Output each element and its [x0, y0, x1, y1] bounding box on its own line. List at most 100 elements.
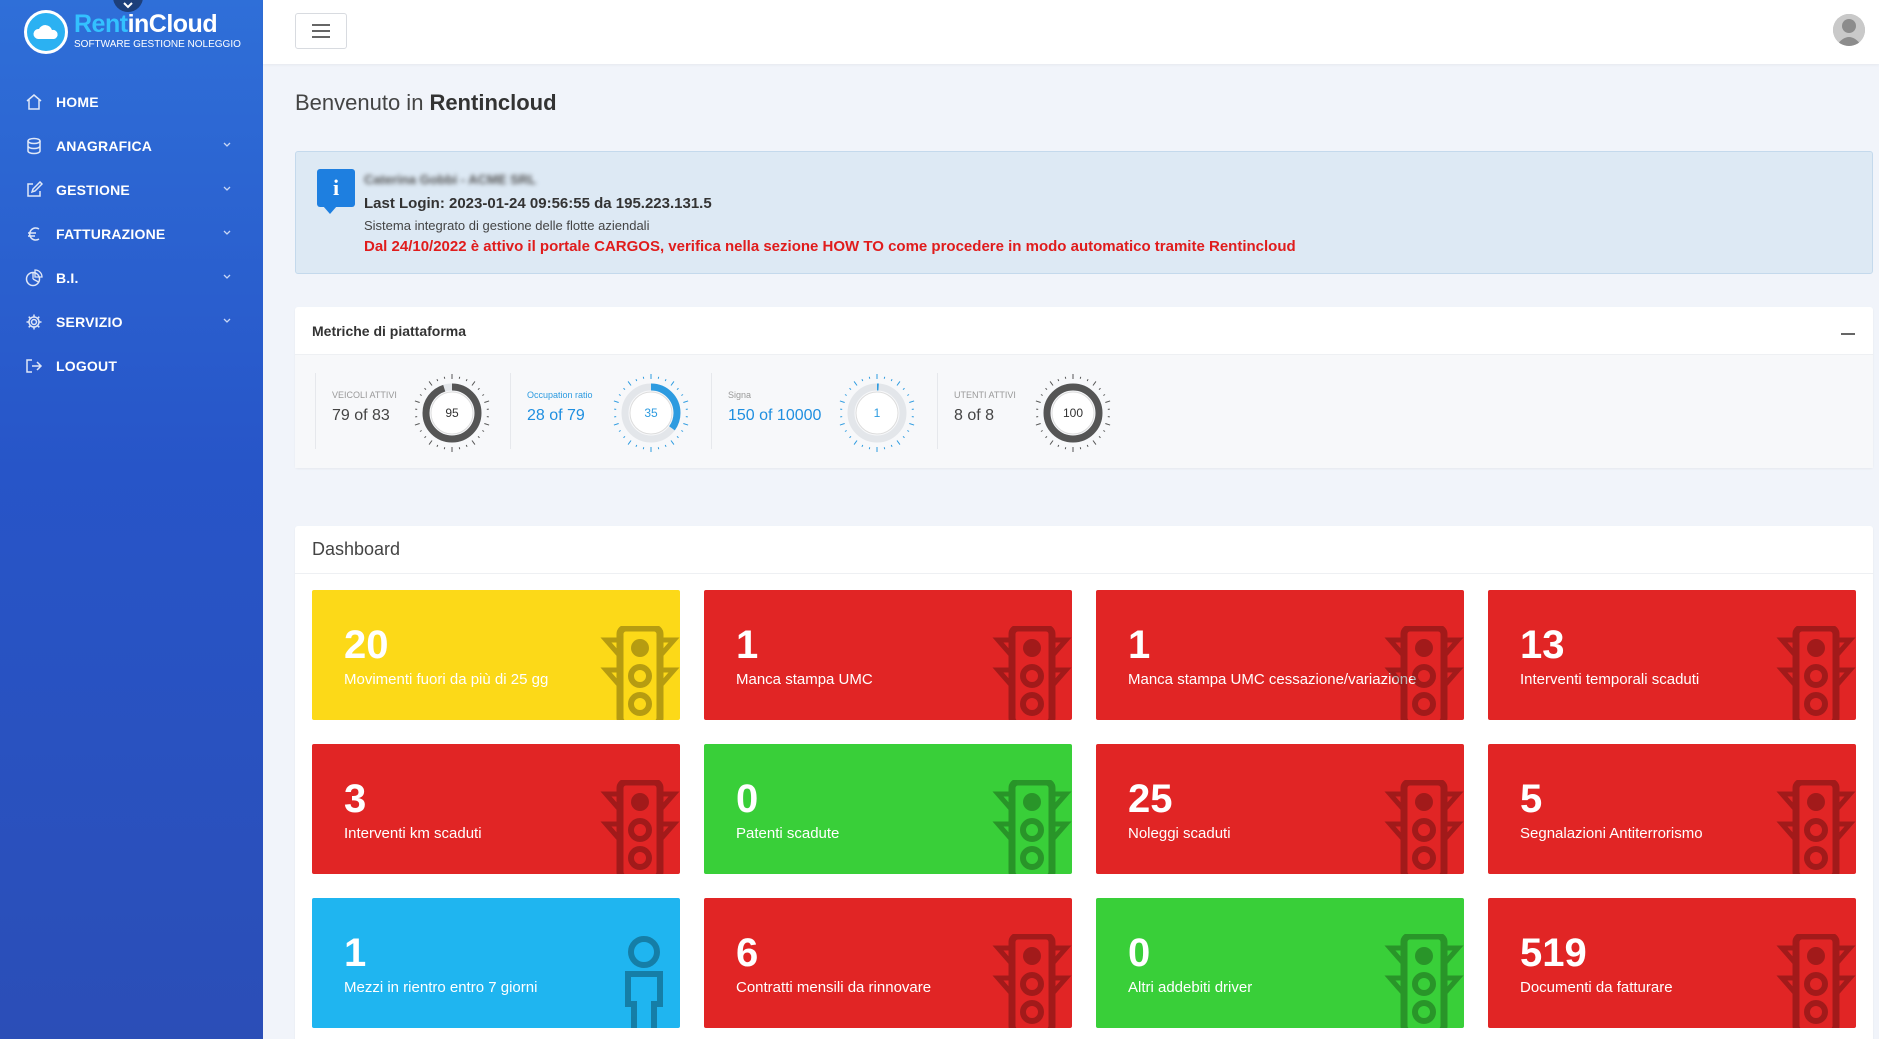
sidebar-item-gestione[interactable]: GESTIONE	[0, 168, 263, 212]
gauge-value: 95	[445, 406, 459, 420]
sidebar-item-label: HOME	[56, 94, 99, 110]
dashboard-tile[interactable]: 1 Manca stampa UMC cessazione/variazione	[1096, 590, 1464, 720]
tile-value: 5	[1520, 777, 1543, 821]
dashboard-tile[interactable]: 13 Interventi temporali scaduti	[1488, 590, 1856, 720]
gauge-tick	[670, 381, 675, 386]
home-icon	[24, 92, 44, 112]
metric-label: Signa	[728, 390, 752, 400]
traffic-light-icon	[1382, 778, 1464, 874]
gauge-dial: 35	[613, 374, 689, 452]
gauge-tick	[861, 378, 864, 382]
gauge-tick	[471, 381, 476, 386]
person-icon	[598, 934, 680, 1028]
gauge-tick	[1045, 436, 1048, 439]
gauge-tick	[683, 423, 689, 426]
sidebar-item-fatturazione[interactable]: FATTURAZIONE	[0, 212, 263, 256]
gauge-tick	[1049, 381, 1054, 386]
traffic-light-icon	[598, 778, 680, 874]
tile-label: Altri addebiti driver	[1128, 979, 1253, 996]
brand-name-part1: Rent	[74, 10, 128, 38]
sidebar-item-anagrafica[interactable]: ANAGRAFICA	[0, 124, 263, 168]
gauge-tick	[849, 436, 852, 439]
tile-label: Interventi km scaduti	[344, 825, 482, 842]
gauge-tick	[896, 381, 901, 386]
tile-label: Interventi temporali scaduti	[1520, 671, 1700, 688]
metric-value: 8 of 8	[954, 407, 995, 424]
sidebar-item-home[interactable]: HOME	[0, 80, 263, 124]
dashboard-tile[interactable]: 1 Mezzi in rientro entro 7 giorni	[312, 898, 680, 1028]
minimize-button[interactable]	[1841, 321, 1855, 335]
gauge-tick	[890, 378, 893, 382]
gauge-tick	[839, 423, 845, 426]
gauge-tick	[902, 436, 905, 439]
dashboard-tile[interactable]: 3 Interventi km scaduti	[312, 744, 680, 874]
metrics-panel: Metriche di piattaforma VEICOLI ATTIVI 7…	[295, 307, 1873, 468]
chevron-down-icon	[223, 274, 231, 279]
gauge-tick	[1098, 436, 1101, 439]
dashboard-tile[interactable]: 0 Patenti scadute	[704, 744, 1072, 874]
gauge-tick	[419, 430, 422, 432]
gauge-tick	[1086, 444, 1089, 448]
gauge-tick	[890, 444, 893, 448]
tile-value: 20	[344, 623, 389, 667]
tile-value: 1	[344, 931, 367, 975]
pie-chart-icon	[24, 268, 44, 288]
gauge-tick	[861, 444, 864, 448]
gauge-tick	[676, 387, 679, 390]
cloud-logo-icon	[24, 10, 68, 54]
tile-label: Documenti da fatturare	[1520, 979, 1673, 996]
gauge-tick	[484, 400, 490, 403]
gauge-tick	[896, 440, 901, 445]
gauge-tick	[477, 387, 480, 390]
sidebar: RentinCloud SOFTWARE GESTIONE NOLEGGIO H…	[0, 0, 263, 1039]
gauge-tick	[414, 423, 420, 426]
gear-icon	[24, 312, 44, 332]
tile-label: Mezzi in rientro entro 7 giorni	[344, 979, 538, 996]
gauge-tick	[428, 381, 433, 386]
tile-label: Movimenti fuori da più di 25 gg	[344, 671, 549, 688]
traffic-light-icon	[990, 778, 1072, 874]
dashboard-tile[interactable]: 5 Segnalazioni Antiterrorismo	[1488, 744, 1856, 874]
gauge-tick	[465, 444, 468, 448]
gauge-tick	[1040, 394, 1043, 396]
user-avatar-icon	[1833, 14, 1865, 46]
dashboard-tile[interactable]: 0 Altri addebiti driver	[1096, 898, 1464, 1028]
dashboard-tile[interactable]: 20 Movimenti fuori da più di 25 gg	[312, 590, 680, 720]
gauge-tick	[1103, 394, 1106, 396]
edit-icon	[24, 180, 44, 200]
gauge-tick	[424, 436, 427, 439]
hamburger-line	[312, 24, 330, 26]
metrics-title: Metriche di piattaforma	[312, 322, 467, 339]
welcome-prefix: Benvenuto in	[295, 90, 424, 115]
dashboard-tile[interactable]: 1 Manca stampa UMC	[704, 590, 1072, 720]
tile-label: Noleggi scaduti	[1128, 825, 1231, 842]
welcome-app-name: Rentincloud	[429, 90, 557, 115]
sidebar-item-logout[interactable]: LOGOUT	[0, 344, 263, 388]
tile-label: Contratti mensili da rinnovare	[736, 979, 932, 996]
gauge-tick	[683, 400, 689, 403]
sidebar-item-servizio[interactable]: SERVIZIO	[0, 300, 263, 344]
gauge-tick	[1092, 440, 1097, 445]
metrics-body: VEICOLI ATTIVI 79 of 83 95 Occupation ra…	[295, 355, 1873, 468]
sidebar-item-bi[interactable]: B.I.	[0, 256, 263, 300]
metric-value: 150 of 10000	[728, 407, 822, 424]
info-last-login: Last Login: 2023-01-24 09:56:55 da 195.2…	[364, 195, 712, 212]
database-icon	[24, 136, 44, 156]
traffic-light-icon	[990, 624, 1072, 720]
dashboard-tile[interactable]: 25 Noleggi scaduti	[1096, 744, 1464, 874]
tile-value: 3	[344, 777, 367, 821]
logo[interactable]: RentinCloud SOFTWARE GESTIONE NOLEGGIO	[24, 8, 241, 58]
info-icon: i	[317, 169, 355, 214]
gauge-tick	[623, 436, 626, 439]
hamburger-menu-button[interactable]	[295, 13, 347, 49]
dashboard-tile[interactable]: 519 Documenti da fatturare	[1488, 898, 1856, 1028]
logout-icon	[24, 356, 44, 376]
dashboard-tile[interactable]: 6 Contratti mensili da rinnovare	[704, 898, 1072, 1028]
gauge-tick	[428, 440, 433, 445]
gauge-tick	[635, 378, 638, 382]
sidebar-item-label: ANAGRAFICA	[56, 138, 153, 154]
user-avatar[interactable]	[1833, 14, 1865, 46]
gauge-tick	[419, 394, 422, 396]
hamburger-line	[312, 30, 330, 32]
brand-name-part2: inCloud	[127, 10, 218, 38]
